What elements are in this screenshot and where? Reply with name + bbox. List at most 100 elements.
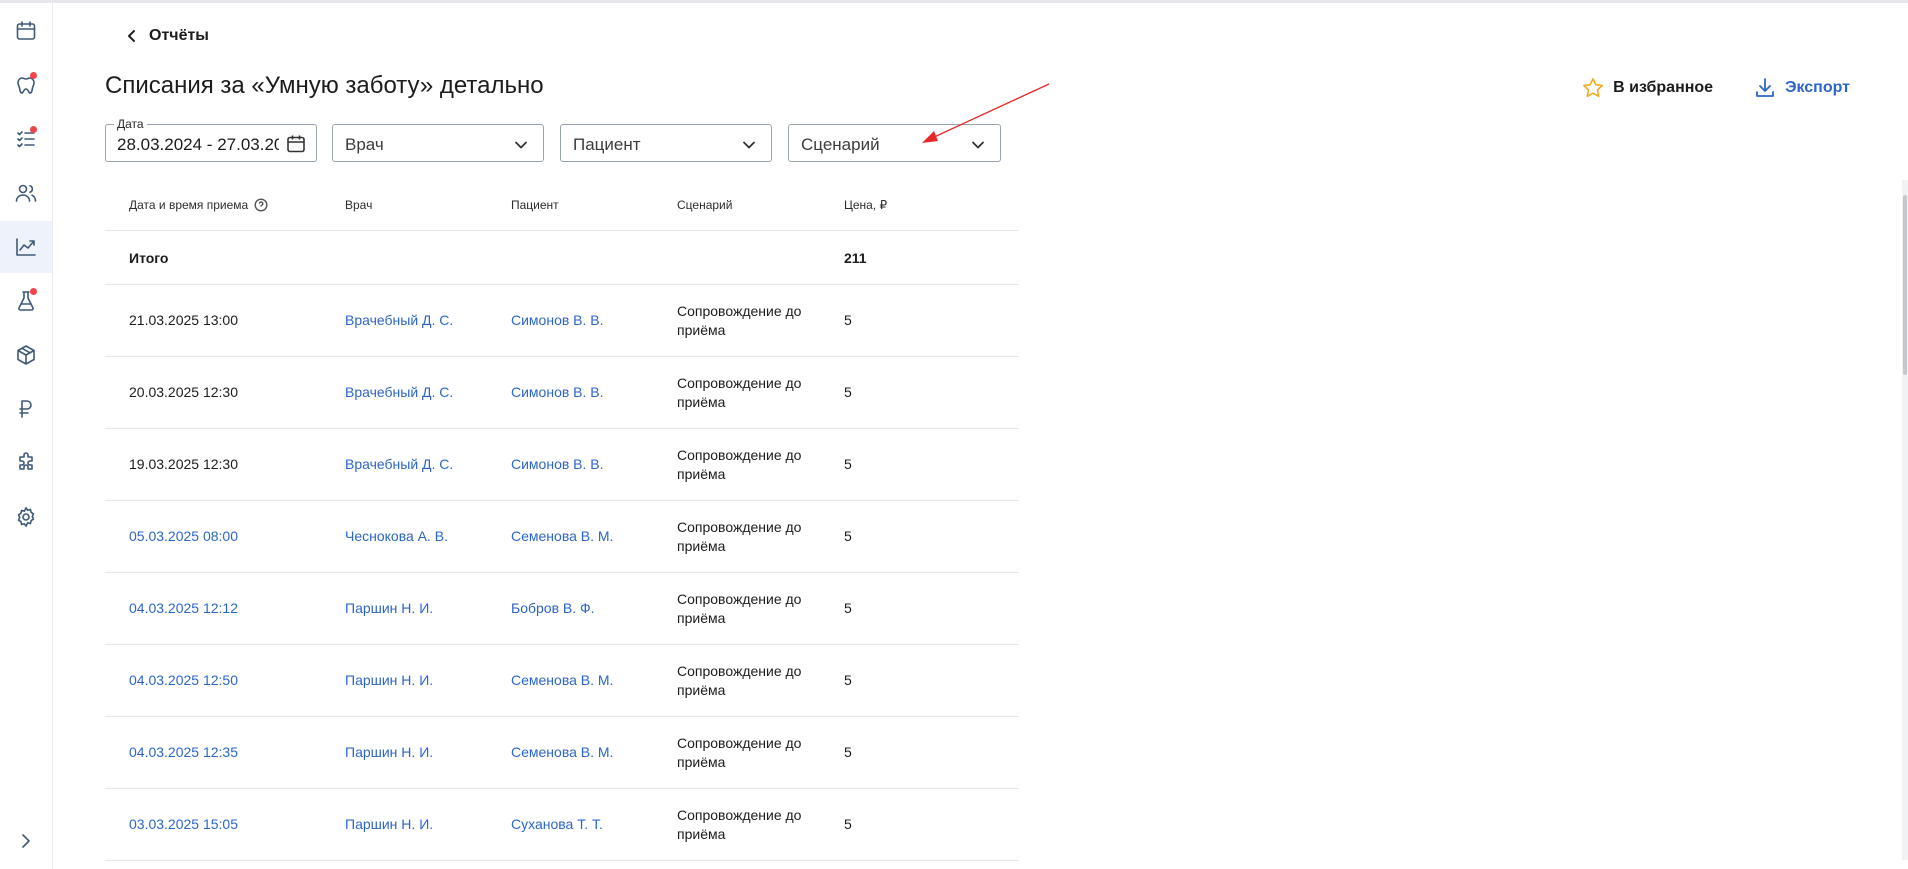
row-scenario: Сопровождение до приёма [677,447,802,482]
sidebar-item-patients[interactable] [0,167,52,219]
gear-icon [17,507,35,527]
table-row: 05.03.2025 08:00 Чеснокова А. В. Семенов… [105,501,1018,573]
column-header-price: Цена, ₽ [844,198,888,212]
column-header-patient: Пациент [511,198,559,212]
sidebar-item-dental[interactable] [0,59,52,111]
doctor-select[interactable]: Врач [332,124,544,162]
row-doctor-link[interactable]: Паршин Н. И. [345,744,433,760]
row-scenario: Сопровождение до приёма [677,375,802,410]
row-patient-link[interactable]: Семенова В. М. [511,528,613,544]
calendar-icon[interactable] [286,134,306,154]
table-header: Дата и время приема Врач Пациент Сценари… [105,186,1018,231]
row-doctor-link[interactable]: Врачебный Д. С. [345,456,453,472]
row-scenario: Сопровождение до приёма [677,303,802,338]
table-row: 21.03.2025 13:00 Врачебный Д. С. Симонов… [105,285,1018,357]
row-date: 21.03.2025 13:00 [129,312,238,328]
sidebar-item-lab[interactable] [0,275,52,327]
expand-icon [22,834,30,848]
row-date-link[interactable]: 03.03.2025 15:05 [129,816,238,832]
total-price: 211 [844,250,867,266]
table-row: 04.03.2025 12:50 Паршин Н. И. Семенова В… [105,645,1018,717]
row-price: 5 [844,744,852,760]
row-price: 5 [844,672,852,688]
download-icon [1756,78,1774,97]
sidebar-item-tasks[interactable] [0,113,52,165]
users-icon [15,184,37,202]
ruble-icon [19,400,32,418]
star-icon [1583,78,1604,98]
chevron-down-icon [515,141,527,149]
favorites-label: В избранное [1613,79,1714,96]
row-price: 5 [844,600,852,616]
row-date-link[interactable]: 05.03.2025 08:00 [129,528,238,544]
total-label: Итого [129,250,169,266]
row-patient-link[interactable]: Бобров В. Ф. [511,600,595,616]
row-doctor-link[interactable]: Чеснокова А. В. [345,528,448,544]
export-label: Экспорт [1785,79,1850,96]
row-date: 19.03.2025 12:30 [129,456,238,472]
box-icon [17,345,35,365]
header-actions: В избранное Экспорт [1581,76,1850,100]
date-field-label: Дата [114,117,147,131]
table-row: 03.03.2025 15:05 Паршин Н. И. Суханова Т… [105,789,1018,861]
sidebar-item-integrations[interactable] [0,437,52,489]
row-price: 5 [844,528,852,544]
column-header-date: Дата и время приема [129,198,268,212]
scrollbar-thumb[interactable] [1903,195,1907,375]
sidebar [0,3,53,869]
table-row: 20.03.2025 12:30 Врачебный Д. С. Симонов… [105,357,1018,429]
row-date-link[interactable]: 04.03.2025 12:35 [129,744,238,760]
column-header-scenario: Сценарий [677,198,733,212]
row-scenario: Сопровождение до приёма [677,807,802,842]
row-scenario: Сопровождение до приёма [677,735,802,770]
puzzle-icon [19,452,33,470]
sidebar-item-warehouse[interactable] [0,329,52,381]
row-patient-link[interactable]: Симонов В. В. [511,384,604,400]
sidebar-expand-button[interactable] [0,815,52,867]
scenario-select-placeholder: Сценарий [801,135,880,154]
notification-dot [30,126,37,133]
row-date-link[interactable]: 04.03.2025 12:12 [129,600,238,616]
patient-select-placeholder: Пациент [573,135,641,154]
column-header-date-label: Дата и время приема [129,198,249,212]
scenario-select[interactable]: Сценарий [788,124,1001,162]
export-button[interactable]: Экспорт [1753,76,1850,100]
row-doctor-link[interactable]: Врачебный Д. С. [345,312,453,328]
row-scenario: Сопровождение до приёма [677,591,802,626]
sidebar-item-reports[interactable] [0,221,52,273]
add-to-favorites-button[interactable]: В избранное [1581,76,1713,100]
page-title: Списания за «Умную заботу» детально [105,72,544,99]
back-link[interactable]: Отчёты [125,27,209,45]
patient-select[interactable]: Пациент [560,124,772,162]
date-range-field[interactable]: Дата 28.03.2024 - 27.03.2025 [105,117,317,162]
back-label: Отчёты [149,27,209,44]
row-patient-link[interactable]: Семенова В. М. [511,744,613,760]
row-patient-link[interactable]: Суханова Т. Т. [511,816,603,832]
row-patient-link[interactable]: Симонов В. В. [511,312,604,328]
doctor-select-placeholder: Врач [345,135,384,154]
calendar-icon [16,21,36,40]
row-patient-link[interactable]: Семенова В. М. [511,672,613,688]
row-doctor-link[interactable]: Врачебный Д. С. [345,384,453,400]
notification-dot [30,288,37,295]
main-content: Отчёты Списания за «Умную заботу» деталь… [53,3,1908,869]
table-row: 04.03.2025 12:35 Паршин Н. И. Семенова В… [105,717,1018,789]
help-icon[interactable] [254,198,268,212]
sidebar-item-settings[interactable] [0,491,52,543]
row-patient-link[interactable]: Симонов В. В. [511,456,604,472]
report-table: Дата и время приема Врач Пациент Сценари… [105,186,1018,861]
sidebar-item-calendar[interactable] [0,5,52,57]
chart-icon [16,238,36,256]
row-doctor-link[interactable]: Паршин Н. И. [345,816,433,832]
row-date-link[interactable]: 04.03.2025 12:50 [129,672,238,688]
column-header-doctor: Врач [345,198,373,212]
row-price: 5 [844,456,852,472]
row-doctor-link[interactable]: Паршин Н. И. [345,672,433,688]
date-range-value: 28.03.2024 - 27.03.2025 [117,135,279,154]
sidebar-item-finance[interactable] [0,383,52,435]
row-price: 5 [844,384,852,400]
table-row: 19.03.2025 12:30 Врачебный Д. С. Симонов… [105,429,1018,501]
row-scenario: Сопровождение до приёма [677,519,802,554]
total-row: Итого 211 [105,231,1018,285]
row-doctor-link[interactable]: Паршин Н. И. [345,600,433,616]
